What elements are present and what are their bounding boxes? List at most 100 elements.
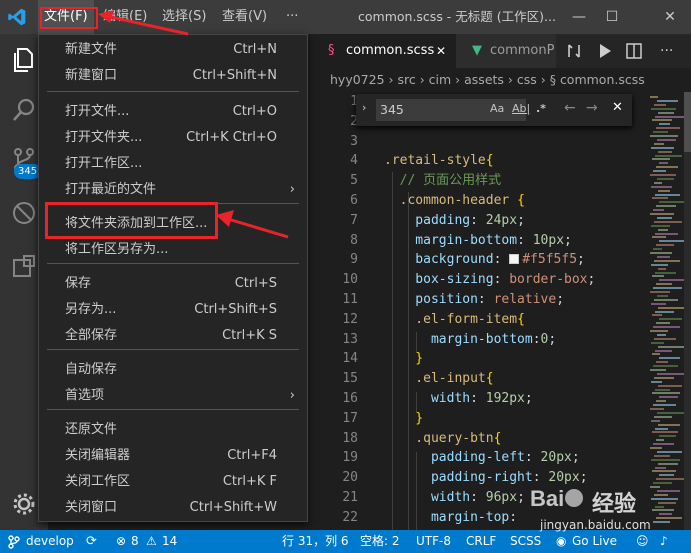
debug-icon[interactable] — [10, 199, 38, 227]
indentation[interactable]: 空格: 2 — [360, 530, 400, 553]
line-ending[interactable]: CRLF — [466, 530, 496, 553]
minimap-line — [659, 396, 678, 399]
find-close-button[interactable]: ✕ — [612, 100, 623, 115]
error-count[interactable]: 8 — [131, 530, 139, 553]
branch-name[interactable]: develop — [26, 530, 74, 553]
encoding[interactable]: UTF-8 — [416, 530, 451, 553]
code-line[interactable]: 8 margin-bottom: 10px; — [308, 231, 648, 251]
code-text: // 页面公用样式 — [384, 173, 502, 189]
code-line[interactable]: 18 .query-btn{ — [308, 429, 648, 449]
vertical-scrollbar[interactable] — [684, 92, 691, 530]
tab-common-scss[interactable]: § common.scss ✕ — [308, 34, 456, 68]
code-line[interactable]: 7 padding: 24px; — [308, 211, 648, 231]
regex-button[interactable]: .* — [536, 102, 546, 115]
menu-item-save[interactable]: 保存 Ctrl+S — [39, 271, 307, 297]
maximize-button[interactable]: ☐ — [597, 0, 627, 34]
error-icon[interactable]: ⊗ — [116, 530, 126, 553]
menu-item-new-file[interactable]: 新建文件 Ctrl+N — [39, 37, 307, 63]
code-editor[interactable]: 1 2 3 4 .retail-style{5 // 页面公用样式 6 .common-h… — [308, 92, 648, 530]
menu-item-preferences[interactable]: 首选项 › — [39, 383, 307, 409]
tab-close-icon[interactable]: ✕ — [436, 34, 446, 68]
compare-icon[interactable] — [566, 43, 582, 59]
svg-text:Bai: Bai — [530, 486, 564, 511]
menu-item-save-all[interactable]: 全部保存 Ctrl+K S — [39, 323, 307, 349]
code-line[interactable]: 16 width: 192px; — [308, 389, 648, 409]
code-line[interactable]: 14 } — [308, 349, 648, 369]
code-line[interactable]: 17 } — [308, 409, 648, 429]
explorer-icon[interactable] — [10, 46, 38, 74]
code-line[interactable]: 12 .el-form-item{ — [308, 310, 648, 330]
code-line[interactable]: 4 .retail-style{ — [308, 151, 648, 171]
minimap-line — [656, 127, 680, 130]
menu-item-close-workspace[interactable]: 关闭工作区 Ctrl+K F — [39, 469, 307, 495]
minimap-line — [651, 419, 660, 422]
toggle-replace-icon[interactable]: › — [362, 101, 366, 114]
scrollbar-thumb[interactable] — [684, 92, 691, 152]
breadcrumb[interactable]: hyy0725 › src › cim › assets › css › § c… — [308, 68, 691, 92]
previous-match-button[interactable]: ← — [564, 100, 576, 116]
sync-icon[interactable]: ⟳ — [86, 530, 97, 553]
more-actions-icon[interactable]: ··· — [660, 34, 673, 68]
code-line[interactable]: 9 background: #f5f5f5; — [308, 250, 648, 270]
menu-item-revert-file[interactable]: 还原文件 — [39, 417, 307, 443]
line-number: 2 — [350, 113, 358, 129]
settings-gear-icon[interactable] — [10, 490, 38, 518]
close-window-button[interactable]: ✕ — [655, 0, 685, 34]
menu-item-label: 将工作区另存为... — [65, 242, 169, 257]
watermark-suffix: 经验 — [592, 492, 637, 517]
cursor-position[interactable]: 行 31，列 6 — [282, 530, 349, 553]
line-number: 21 — [342, 490, 358, 505]
search-icon[interactable] — [10, 96, 38, 124]
code-line[interactable]: 11 position: relative; — [308, 290, 648, 310]
line-number: 7 — [350, 212, 358, 228]
whole-word-button[interactable]: Ab| — [512, 102, 530, 115]
minimap-line — [658, 384, 682, 387]
warning-count[interactable]: 14 — [162, 530, 177, 553]
menu-item-save-as[interactable]: 另存为... Ctrl+Shift+S — [39, 297, 307, 323]
minimize-button[interactable]: — — [564, 0, 594, 34]
minimap-line — [658, 228, 668, 231]
menu-item-label: 另存为... — [65, 302, 117, 317]
color-swatch[interactable] — [509, 254, 520, 265]
menu-item-close-window[interactable]: 关闭窗口 Ctrl+Shift+W — [39, 495, 307, 521]
split-editor-icon[interactable] — [626, 43, 642, 59]
menu-more[interactable]: ··· — [280, 0, 304, 34]
menu-item-close-editor[interactable]: 关闭编辑器 Ctrl+F4 — [39, 443, 307, 469]
minimap-line — [650, 408, 664, 410]
code-line[interactable]: 15 .el-input{ — [308, 369, 648, 389]
menu-item-new-window[interactable]: 新建窗口 Ctrl+Shift+N — [39, 63, 307, 89]
line-number: 18 — [342, 430, 358, 446]
code-text: margin-bottom:0; — [384, 331, 557, 347]
menu-item-open-recent[interactable]: 打开最近的文件 › — [39, 177, 307, 203]
menu-item-shortcut: Ctrl+Shift+N — [192, 68, 277, 83]
next-match-button[interactable]: → — [586, 100, 598, 116]
branch-icon — [8, 535, 20, 549]
match-case-button[interactable]: Aa — [490, 102, 504, 115]
menu-item-open-workspace[interactable]: 打开工作区... — [39, 151, 307, 177]
extensions-icon[interactable] — [10, 252, 38, 280]
code-line[interactable]: 19 padding-left: 20px; — [308, 448, 648, 468]
menu-item-open-folder[interactable]: 打开文件夹... Ctrl+K Ctrl+O — [39, 125, 307, 151]
code-line[interactable]: 13 margin-bottom:0; — [308, 330, 648, 350]
menu-item-auto-save[interactable]: 自动保存 — [39, 357, 307, 383]
warning-icon[interactable]: ⚠ — [146, 530, 157, 553]
minimap-line — [651, 224, 670, 227]
minimap-line — [654, 259, 680, 262]
run-icon[interactable] — [598, 43, 612, 59]
scss-file-icon: § — [328, 43, 335, 58]
code-line[interactable]: 10 box-sizing: border-box; — [308, 270, 648, 290]
menu-view[interactable]: 查看(V) — [216, 0, 273, 34]
minimap-line — [656, 439, 664, 442]
code-line[interactable]: 6 .common-header { — [308, 191, 648, 211]
minimap-line — [653, 248, 662, 251]
minimap-line — [654, 376, 674, 379]
code-line[interactable]: 3 — [308, 132, 648, 152]
minimap-line — [653, 443, 674, 446]
menu-item-label: 关闭编辑器 — [65, 448, 131, 463]
minimap-line — [653, 287, 682, 290]
minimap-line — [659, 435, 676, 438]
menu-item-open-file[interactable]: 打开文件... Ctrl+O — [39, 99, 307, 125]
tab-commonp[interactable]: ▼ commonP — [456, 34, 556, 68]
code-line[interactable]: 5 // 页面公用样式 — [308, 171, 648, 191]
line-number: 4 — [350, 153, 358, 169]
